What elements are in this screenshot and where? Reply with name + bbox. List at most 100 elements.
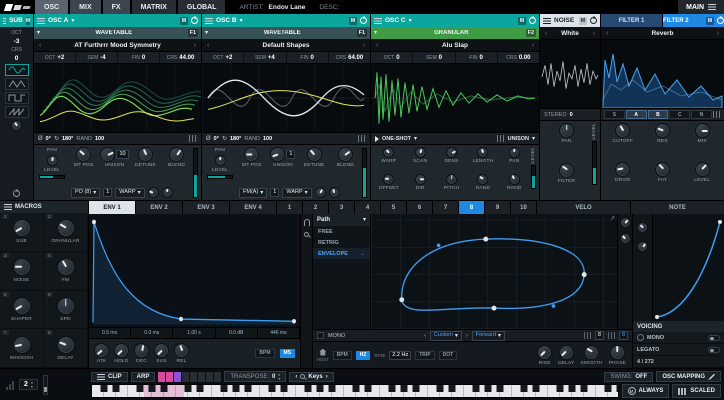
osc-c-unison-label[interactable]: UNISON — [508, 136, 529, 142]
osc-a-rand-value[interactable]: 100 — [95, 136, 104, 142]
arp-pattern-cell[interactable] — [174, 372, 181, 382]
filter-response-display[interactable] — [601, 39, 724, 109]
osc-c-mute-button[interactable]: M — [518, 17, 526, 25]
lfo-shape-select[interactable]: Custom▾ — [430, 331, 462, 341]
osc-b-power-button[interactable] — [360, 17, 367, 24]
tab-env-2[interactable]: ENV 2 — [136, 201, 182, 214]
filter-type-name[interactable]: Reverb — [610, 30, 714, 37]
osc-b-warp-mode-select[interactable]: FM(A)▾ — [239, 188, 267, 198]
snap-magnet-icon[interactable] — [304, 219, 310, 226]
env1-hold-value[interactable]: 0.0 ms — [131, 328, 173, 338]
osc-c-length-knob[interactable] — [477, 147, 488, 158]
sub-level-knob[interactable] — [11, 120, 22, 131]
macro-7-knob[interactable] — [13, 336, 31, 354]
tab-lfo-3[interactable]: 3 — [329, 201, 354, 214]
env1-release-value[interactable]: 446 ms — [258, 328, 300, 338]
noise-preset-name[interactable]: White — [549, 30, 590, 37]
sub-shape-square-button[interactable] — [5, 92, 29, 104]
lfo-phase-knob[interactable] — [610, 345, 625, 360]
osc-c-rand2-knob[interactable] — [509, 174, 520, 185]
unison-stack-icon[interactable] — [189, 135, 197, 142]
routing-icon[interactable] — [713, 111, 721, 118]
noise-filter-knob[interactable] — [559, 163, 574, 178]
osc-c-playmode-select[interactable]: ONE-SHOT — [382, 136, 411, 142]
next-icon[interactable]: › — [326, 374, 328, 380]
tab-lfo-1[interactable]: 1 — [277, 201, 302, 214]
lfo-shape-display[interactable]: ↗ — [371, 214, 617, 329]
osc-b-wtpos-knob[interactable] — [244, 147, 259, 162]
tab-lfo-4[interactable]: 4 — [355, 201, 380, 214]
tab-env-3[interactable]: ENV 3 — [183, 201, 229, 214]
mono-checkbox[interactable] — [317, 332, 324, 339]
osc-a-detune-knob[interactable] — [138, 147, 153, 162]
env1-bpm-toggle[interactable]: BPM — [255, 349, 274, 358]
sub-oct-value[interactable]: -3 — [14, 38, 20, 45]
osc-c-offset-knob[interactable] — [383, 174, 394, 185]
tab-lfo-5[interactable]: 5 — [381, 201, 406, 214]
osc-b-oct[interactable]: OCT+2 — [202, 52, 244, 63]
export-icon[interactable]: ↗ — [610, 215, 615, 222]
osc-c-density-knob[interactable] — [446, 147, 457, 158]
next-preset-button[interactable]: › — [591, 30, 597, 37]
osc-a-level-slider[interactable] — [39, 175, 65, 179]
osc-b-wavetable-display[interactable] — [202, 63, 370, 133]
macro-4-knob[interactable] — [57, 258, 75, 276]
lfo-delay-knob[interactable] — [559, 345, 574, 360]
drag-handle-icon[interactable] — [3, 18, 6, 24]
tab-env-1[interactable]: ENV 1 — [89, 201, 135, 214]
black-keys[interactable] — [92, 385, 618, 392]
artist-value[interactable]: Endov Lane — [269, 4, 306, 11]
osc-b-mute-button[interactable]: M — [349, 17, 357, 25]
osc-c-pan-knob[interactable] — [509, 147, 520, 158]
osc-b-pan-knob[interactable] — [215, 155, 226, 166]
osc-c-mode-select[interactable]: GRANULAR — [379, 30, 524, 36]
lfo-rise-knob[interactable] — [537, 345, 552, 360]
osc-a-wavetable-display[interactable] — [34, 63, 201, 133]
tab-lfo-8[interactable]: 8 — [459, 201, 484, 214]
osc-b-fin[interactable]: FIN0 — [287, 52, 329, 63]
osc-a-filter-route[interactable]: F1 — [188, 29, 198, 37]
noise-power-button[interactable] — [590, 17, 597, 24]
osc-b-spread-value[interactable]: 180° — [230, 136, 241, 142]
osc-a-sem[interactable]: SEM-4 — [76, 52, 118, 63]
filter-mix-knob[interactable] — [695, 123, 710, 138]
host-sync[interactable]: HOST — [317, 349, 329, 362]
chevron-down-icon[interactable]: ▾ — [409, 18, 412, 24]
keys-select[interactable]: ‹ Keys › — [289, 372, 333, 382]
transpose-control[interactable]: TRANSPOSE: 0 ▾▾ — [224, 371, 286, 382]
tab-matrix[interactable]: MATRIX — [132, 0, 176, 14]
velo-amount-knob[interactable] — [637, 222, 648, 233]
mono-switch[interactable] — [708, 335, 720, 341]
filter-res-knob[interactable] — [655, 123, 670, 138]
route-osc-c-button[interactable]: C — [669, 110, 690, 119]
osc-b-filter-route[interactable]: F1 — [357, 29, 367, 37]
osc-a-mode-select[interactable]: WAVETABLE — [42, 30, 186, 36]
filter-fat-knob[interactable] — [655, 162, 670, 177]
step-up-icon[interactable]: ▾ — [31, 381, 33, 385]
next-shape-button[interactable]: › — [466, 333, 468, 339]
osc-b-level-slider[interactable] — [207, 175, 233, 179]
osc-a-crs[interactable]: CRS44.00 — [160, 52, 201, 63]
osc-a-mute-button[interactable]: M — [180, 17, 188, 25]
osc-a-unison-voices[interactable]: 10 — [116, 150, 128, 159]
swing-control[interactable]: SWING: OFF — [604, 372, 653, 382]
osc-b-warp-amount-knob[interactable] — [315, 187, 326, 198]
osc-a-warp-frame[interactable]: 1 — [103, 188, 112, 197]
mapping-scaled-button[interactable]: SCALED — [672, 384, 721, 398]
prev-icon[interactable]: ‹ — [295, 374, 297, 380]
arp-pattern-cell[interactable] — [182, 372, 189, 382]
osc-b-rand-knob[interactable] — [329, 187, 340, 198]
env1-sustain-value[interactable]: 0.0 dB — [216, 328, 258, 338]
osc-c-power-button[interactable] — [529, 17, 536, 24]
osc-b-rand-value[interactable]: 100 — [263, 136, 272, 142]
prev-shape-button[interactable]: ‹ — [424, 333, 426, 339]
next-preset-button[interactable]: › — [715, 30, 721, 37]
tab-mix[interactable]: MIX — [70, 0, 100, 14]
sub-shape-triangle-button[interactable] — [5, 78, 29, 90]
osc-a-warp-mode-select[interactable]: PO (8)▾ — [71, 188, 100, 198]
drag-handle-icon[interactable] — [205, 18, 213, 24]
tab-lfo-9[interactable]: 9 — [485, 201, 510, 214]
macro-8-knob[interactable] — [57, 336, 75, 354]
lfo-mode-retrig[interactable]: RETRIG — [313, 237, 370, 248]
sub-shape-sine-button[interactable] — [5, 64, 29, 76]
